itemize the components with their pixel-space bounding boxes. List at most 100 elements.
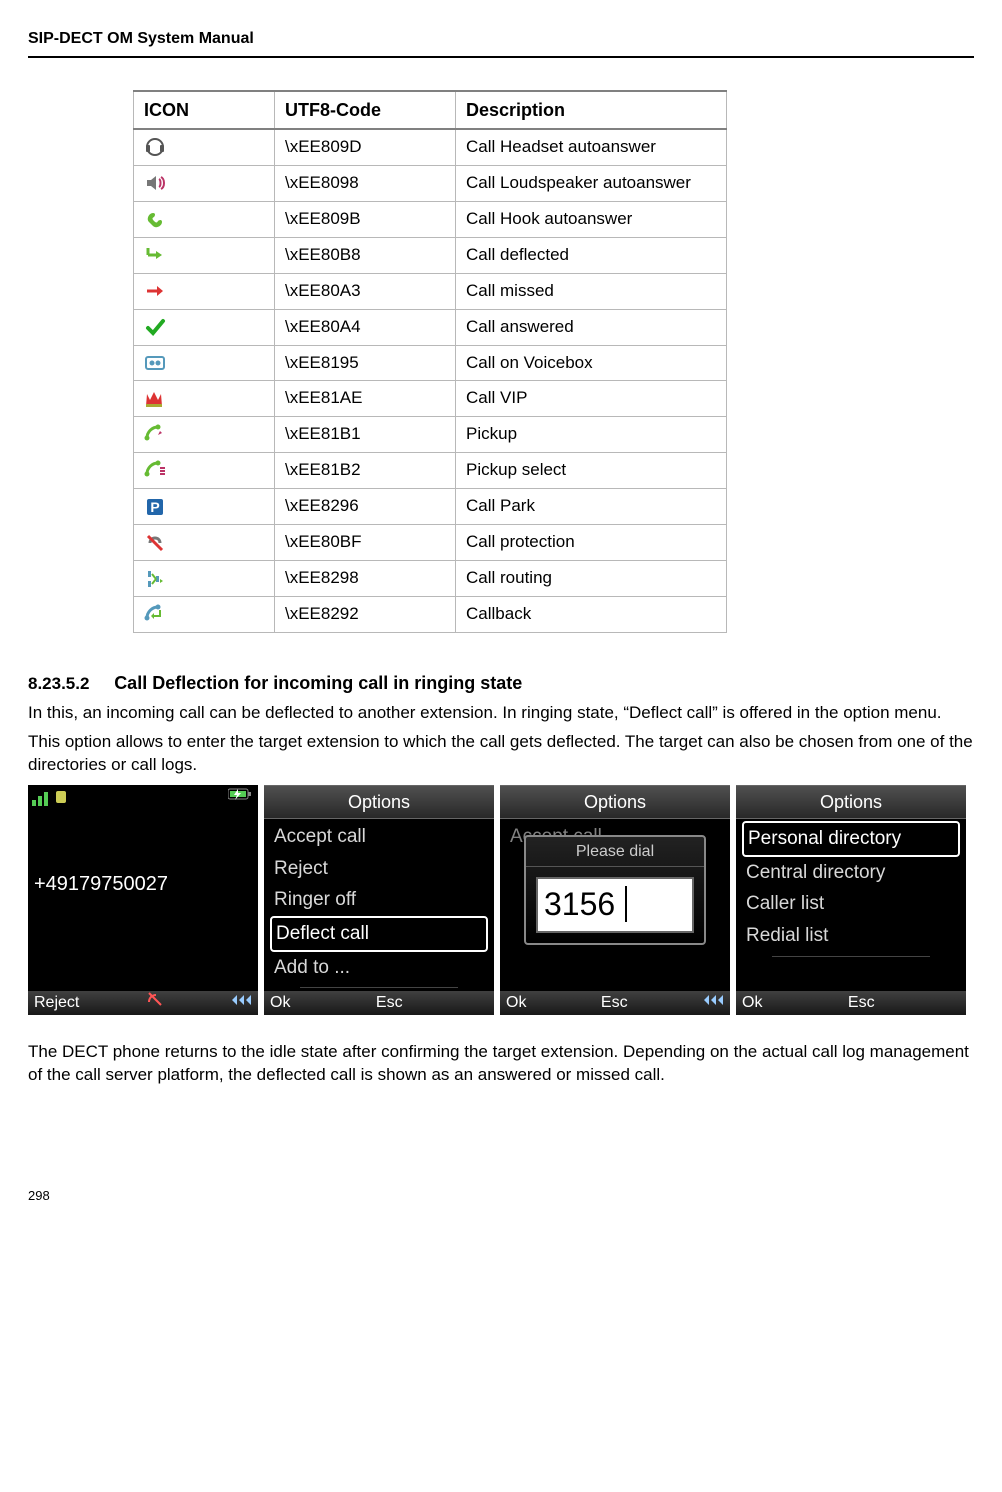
phone-screen-dial: Options Accept call Please dial 3156 Ok … (500, 785, 730, 1015)
options-title: Options (500, 785, 730, 819)
utf8-code: \xEE8298 (275, 561, 456, 597)
more-icon[interactable] (702, 992, 724, 1014)
paragraph-2: This option allows to enter the target e… (28, 731, 974, 777)
table-row: \xEE8098Call Loudspeaker autoanswer (134, 165, 727, 201)
softkey-middle[interactable]: Esc (376, 992, 403, 1014)
icon-description: Call Headset autoanswer (456, 129, 727, 165)
mute-icon[interactable] (146, 990, 164, 1015)
park-icon (134, 489, 275, 525)
headset-icon (134, 129, 275, 165)
menu-item[interactable]: Caller list (742, 888, 960, 920)
table-row: \xEE80A3Call missed (134, 273, 727, 309)
icon-description: Call on Voicebox (456, 345, 727, 381)
phone-screen-incoming: +49179750027 Reject (28, 785, 258, 1015)
th-icon: ICON (134, 91, 275, 129)
softkey-left[interactable]: Reject (34, 992, 79, 1014)
utf8-code: \xEE809D (275, 129, 456, 165)
softkey-left[interactable]: Ok (506, 992, 526, 1014)
phone-screenshots: +49179750027 Reject Options Accept callR… (28, 785, 974, 1015)
protect-icon (134, 525, 275, 561)
document-header: SIP-DECT OM System Manual (28, 28, 974, 58)
icon-description: Call VIP (456, 381, 727, 417)
table-row: \xEE809DCall Headset autoanswer (134, 129, 727, 165)
table-row: \xEE80BFCall protection (134, 525, 727, 561)
utf8-code: \xEE80A4 (275, 309, 456, 345)
utf8-code: \xEE8195 (275, 345, 456, 381)
icon-description: Call Hook autoanswer (456, 201, 727, 237)
th-code: UTF8-Code (275, 91, 456, 129)
section-number: 8.23.5.2 (28, 674, 89, 693)
table-row: \xEE80A4Call answered (134, 309, 727, 345)
icon-description: Call missed (456, 273, 727, 309)
icon-description: Call Loudspeaker autoanswer (456, 165, 727, 201)
menu-item[interactable]: Accept call (270, 821, 488, 853)
table-row: \xEE8292Callback (134, 597, 727, 633)
paragraph-1: In this, an incoming call can be deflect… (28, 702, 974, 725)
utf8-code: \xEE81B2 (275, 453, 456, 489)
icon-description: Callback (456, 597, 727, 633)
table-row: \xEE809BCall Hook autoanswer (134, 201, 727, 237)
utf8-code: \xEE81B1 (275, 417, 456, 453)
speaker-icon (134, 165, 275, 201)
menu-item[interactable]: Central directory (742, 857, 960, 889)
routing-icon (134, 561, 275, 597)
table-row: \xEE8296Call Park (134, 489, 727, 525)
dial-popup-title: Please dial (526, 837, 704, 868)
menu-item[interactable]: Deflect call (270, 916, 488, 952)
battery-icon (228, 785, 254, 808)
th-desc: Description (456, 91, 727, 129)
utf8-code: \xEE81AE (275, 381, 456, 417)
utf8-code: \xEE8292 (275, 597, 456, 633)
icon-description: Pickup (456, 417, 727, 453)
dial-popup: Please dial 3156 (524, 835, 706, 945)
softkey-left[interactable]: Ok (742, 992, 762, 1014)
answered-icon (134, 309, 275, 345)
utf8-code: \xEE8296 (275, 489, 456, 525)
table-row: \xEE81AECall VIP (134, 381, 727, 417)
table-row: \xEE81B1Pickup (134, 417, 727, 453)
utf8-code: \xEE80A3 (275, 273, 456, 309)
dial-input[interactable]: 3156 (536, 877, 694, 932)
table-row: \xEE8298Call routing (134, 561, 727, 597)
softkey-left[interactable]: Ok (270, 992, 290, 1014)
icon-description: Call protection (456, 525, 727, 561)
menu-item[interactable]: Redial list (742, 920, 960, 952)
utf8-code: \xEE8098 (275, 165, 456, 201)
callback-icon (134, 597, 275, 633)
utf8-code: \xEE809B (275, 201, 456, 237)
page-number: 298 (28, 1187, 974, 1205)
section-title: Call Deflection for incoming call in rin… (114, 673, 522, 693)
table-row: \xEE81B2Pickup select (134, 453, 727, 489)
signal-icon (32, 788, 72, 806)
menu-item[interactable]: Add to ... (270, 952, 488, 984)
softkey-middle[interactable]: Esc (601, 992, 628, 1014)
pickupsel-icon (134, 453, 275, 489)
menu-item[interactable]: Reject (270, 853, 488, 885)
options-title: Options (736, 785, 966, 819)
table-row: \xEE80B8Call deflected (134, 237, 727, 273)
icon-description: Call answered (456, 309, 727, 345)
caller-number: +49179750027 (28, 809, 258, 898)
pickup-icon (134, 417, 275, 453)
icon-code-table: ICON UTF8-Code Description \xEE809DCall … (133, 90, 727, 633)
utf8-code: \xEE80B8 (275, 237, 456, 273)
phone-screen-options: Options Accept callRejectRinger offDefle… (264, 785, 494, 1015)
hook-icon (134, 201, 275, 237)
more-icon[interactable] (230, 992, 252, 1014)
utf8-code: \xEE80BF (275, 525, 456, 561)
voicebox-icon (134, 345, 275, 381)
menu-item[interactable]: Personal directory (742, 821, 960, 857)
vip-icon (134, 381, 275, 417)
menu-item[interactable]: Ringer off (270, 884, 488, 916)
icon-description: Call routing (456, 561, 727, 597)
paragraph-3: The DECT phone returns to the idle state… (28, 1041, 974, 1087)
icon-description: Call Park (456, 489, 727, 525)
softkey-middle[interactable]: Esc (848, 992, 875, 1014)
table-row: \xEE8195Call on Voicebox (134, 345, 727, 381)
icon-description: Pickup select (456, 453, 727, 489)
icon-description: Call deflected (456, 237, 727, 273)
options-title: Options (264, 785, 494, 819)
deflect-icon (134, 237, 275, 273)
phone-screen-directories: Options Personal directoryCentral direct… (736, 785, 966, 1015)
missed-icon (134, 273, 275, 309)
